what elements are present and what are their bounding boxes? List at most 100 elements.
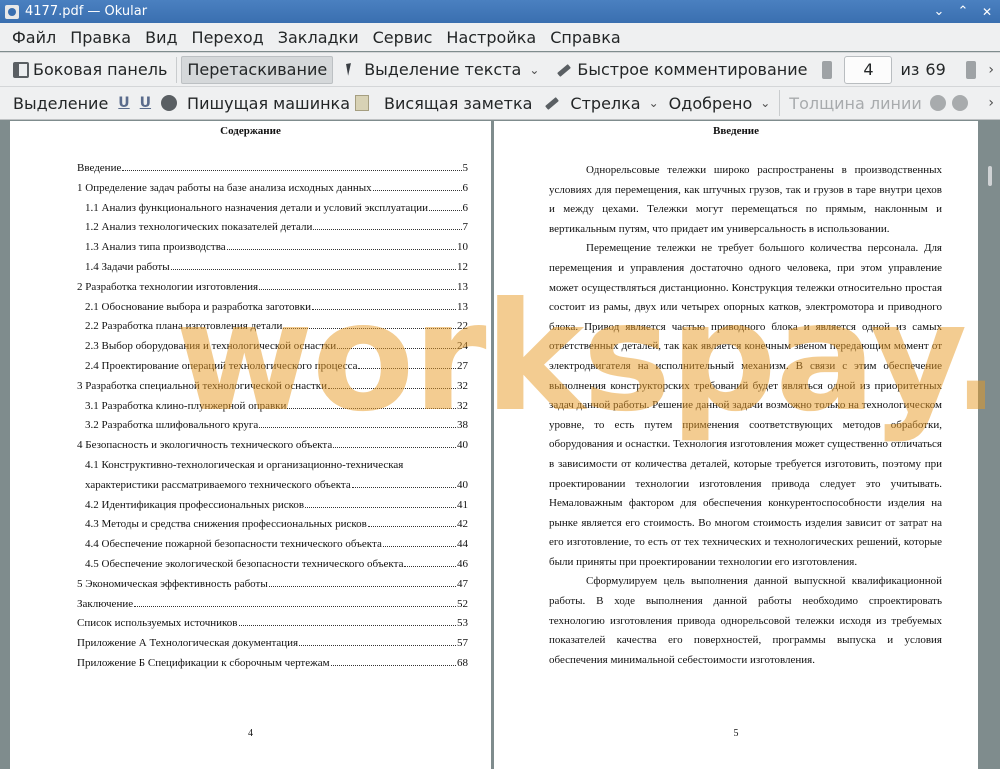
menu-bookmarks[interactable]: Закладки [271,28,366,47]
popup-note-button[interactable]: Висящая заметка [379,89,537,117]
pdf-page-left: Содержание Введение 5 1 Определение задач … [10,121,491,769]
toc-entry-page: 6 [462,181,469,194]
toc-entry-page: 32 [457,399,468,412]
page-total: 69 [925,60,946,79]
previous-page-icon[interactable] [822,60,833,79]
toc-entry[interactable]: Заключение 52 [77,595,468,615]
toc-entry[interactable]: 3.1 Разработка клино-плунжерной оправки 3… [77,397,468,417]
toc-entry-page: 10 [457,241,468,254]
toc-entry[interactable]: 1.2 Анализ технологических показателей д… [77,218,468,238]
toc-entry[interactable]: 3 Разработка специальной технологической… [77,377,468,397]
toc-entry-page: 47 [457,577,468,590]
squiggly-underline-icon[interactable]: U [140,95,151,111]
toc-dot-leader [287,407,456,409]
toc-entry[interactable]: 2.2 Разработка плана изготовления детали… [77,317,468,337]
main-toolbar: Боковая панель Перетаскивание Выделение … [0,52,1000,86]
cursor-icon [344,62,360,78]
toc-entry-title: 1.3 Анализ типа производства [85,241,226,254]
toc-entry-title: Список используемых источников [77,617,238,630]
menu-tools[interactable]: Сервис [366,28,440,47]
page-number: 4 [248,728,253,739]
toc-entry-title: Приложение Б Спецификации к сборочным че… [77,656,330,669]
vertical-scrollbar[interactable] [985,121,1000,769]
table-of-contents: Введение 5 1 Определение задач работы на б… [77,159,468,674]
toc-entry-title: Приложение А Технологическая документаци… [77,637,299,650]
toc-dot-leader [259,288,456,290]
toolbar-overflow-icon[interactable]: › [988,62,994,78]
page-heading: Введение [712,125,760,137]
minimize-button[interactable]: ⌄ [928,3,950,21]
toc-entry[interactable]: 1.3 Анализ типа производства 10 [77,238,468,258]
toc-entry[interactable]: Приложение А Технологическая документаци… [77,634,468,654]
sidebar-button[interactable]: Боковая панель [8,56,172,84]
toc-dot-leader [333,447,456,449]
selection-tool-button[interactable]: Выделение [8,89,113,117]
menu-view[interactable]: Вид [138,28,184,47]
menu-file[interactable]: Файл [0,28,63,47]
toc-dot-leader [337,348,456,350]
toc-entry[interactable]: 2 Разработка технологии изготовления 13 [77,278,468,298]
okular-app-icon [5,4,19,19]
chevron-down-icon[interactable]: ⌄ [649,96,659,110]
toc-entry-title: 1.1 Анализ функционального назначения де… [85,201,429,214]
pdf-page-right: Введение Однорельсовые тележки широко ра… [494,121,978,769]
menu-bar: Файл Правка Вид Переход Закладки Сервис … [0,23,1000,51]
page-number-input[interactable] [844,55,893,84]
quick-annotate-button[interactable]: Быстрое комментирование [550,56,812,84]
toc-entry[interactable]: 4.4 Обеспечение пожарной безопасности те… [77,535,468,555]
toc-entry-page: 57 [457,637,468,650]
menu-settings[interactable]: Настройка [439,28,543,47]
marker-icon[interactable] [543,95,561,111]
menu-go[interactable]: Переход [185,28,271,47]
toc-entry-title: 2.3 Выбор оборудования и технологической… [85,340,337,353]
toc-entry[interactable]: Список используемых источников 53 [77,614,468,634]
note-icon[interactable] [355,95,370,111]
stamp-tool-button[interactable]: Одобрено ⌄ [664,89,776,117]
toc-entry[interactable]: 4.3 Методы и средства снижения профессио… [77,515,468,535]
arrow-tool-button[interactable]: Стрелка ⌄ [565,89,663,117]
menu-help[interactable]: Справка [543,28,628,47]
toc-entry[interactable]: 2.4 Проектирование операций технологичес… [77,357,468,377]
toc-entry[interactable]: 4.5 Обеспечение экологической безопаснос… [77,555,468,575]
toc-entry[interactable]: 2.3 Выбор оборудования и технологической… [77,337,468,357]
chevron-down-icon[interactable]: ⌄ [529,63,539,77]
toc-entry[interactable]: Приложение Б Спецификации к сборочным че… [77,654,468,674]
typewriter-button[interactable]: Пишущая машинка [182,89,355,117]
opacity-icon[interactable] [951,95,968,111]
scrollbar-thumb[interactable] [988,166,992,186]
toc-entry-title: 2.2 Разработка плана изготовления детали [85,320,283,333]
maximize-button[interactable]: ⌃ [952,3,974,21]
toc-entry[interactable]: Введение 5 [77,159,468,179]
page-heading: Содержание [220,125,281,137]
toc-entry-page: 53 [457,617,468,630]
toc-entry[interactable]: 5 Экономическая эффективность работы 47 [77,575,468,595]
document-view[interactable]: Содержание Введение 5 1 Определение задач … [0,121,1000,769]
toc-entry-title: 1 Определение задач работы на базе анали… [77,181,372,194]
toc-dot-leader [226,249,456,251]
toc-entry-page: 13 [457,280,468,293]
toc-entry-title[interactable]: 4.1 Конструктивно-технологическая и орга… [77,456,468,476]
menu-edit[interactable]: Правка [63,28,138,47]
close-button[interactable]: ✕ [976,3,998,21]
strikeout-icon[interactable] [161,95,178,111]
toc-entry-title: 3 Разработка специальной технологической… [77,379,327,392]
toc-entry-page: 5 [462,162,469,174]
toc-entry[interactable]: 4 Безопасность и экологичность техническ… [77,436,468,456]
toc-entry[interactable]: 4.2 Идентификация профессиональных риско… [77,496,468,516]
toc-entry[interactable]: 3.2 Разработка шлифовального круга 38 [77,416,468,436]
toc-entry[interactable]: 1.1 Анализ функционального назначения де… [77,199,468,219]
color-icon[interactable] [929,95,946,111]
toc-entry[interactable]: 1 Определение задач работы на базе анали… [77,179,468,199]
toolbar-separator [176,56,178,83]
toc-entry[interactable]: 1.4 Задачи работы 12 [77,258,468,278]
drag-mode-button[interactable]: Перетаскивание [181,55,334,84]
chevron-down-icon[interactable]: ⌄ [760,96,770,110]
toc-entry[interactable]: характеристики рассматриваемого техничес… [77,476,468,496]
line-width-button[interactable]: Толщина линии [784,89,927,117]
next-page-icon[interactable] [965,60,976,79]
toolbar-overflow-icon[interactable]: › [988,95,994,111]
underline-icon[interactable]: U [118,95,129,111]
toc-entry[interactable]: 2.1 Обоснование выбора и разработка заго… [77,298,468,318]
toc-entry-title: 4 Безопасность и экологичность техническ… [77,439,333,452]
text-select-button[interactable]: Выделение текста ⌄ [339,56,544,84]
